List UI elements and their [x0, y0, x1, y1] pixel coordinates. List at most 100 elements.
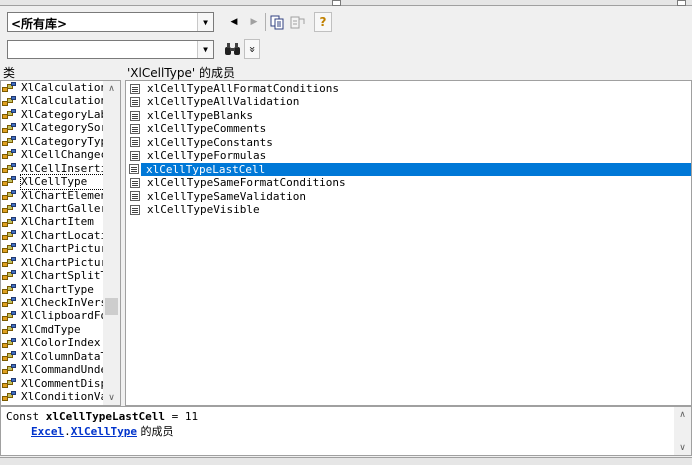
member-label: xlCellTypeComments — [147, 122, 267, 136]
class-list-item[interactable]: XlChartSplitT — [1, 269, 104, 282]
class-list-item[interactable]: XlCommandUnde — [1, 363, 104, 376]
member-list-item[interactable]: xlCellTypeSameValidation — [126, 190, 691, 203]
member-list-item[interactable]: xlCellTypeFormulas — [126, 149, 691, 162]
view-definition-button[interactable] — [288, 12, 306, 32]
class-list-item[interactable]: XlCellChangec — [1, 148, 104, 161]
chevron-down-icon[interactable] — [677, 0, 686, 6]
member-label: xlCellTypeSameValidation — [147, 189, 306, 203]
class-list-item[interactable]: XlChartPictur — [1, 242, 104, 255]
search-text-dropdown[interactable]: ▼ — [7, 40, 214, 59]
class-label: XlCategorySor — [21, 121, 104, 135]
constant-icon — [130, 191, 140, 202]
scroll-down-icon[interactable]: ∨ — [103, 390, 120, 405]
constant-icon — [130, 83, 140, 94]
details-pane: Const xlCellTypeLastCell = 11 Excel.XlCe… — [0, 406, 692, 456]
class-link[interactable]: XlCellType — [71, 425, 137, 438]
class-list-item[interactable]: XlChartGaller — [1, 202, 104, 215]
member-list-item[interactable]: xlCellTypeComments — [126, 122, 691, 135]
constant-icon — [130, 97, 140, 108]
member-list-item[interactable]: xlCellTypeAllValidation — [126, 95, 691, 108]
classes-list[interactable]: XlCalculation XlCalculation XlCategoryLab X… — [0, 80, 121, 406]
library-link[interactable]: Excel — [31, 425, 64, 438]
class-label: XlChartSplitT — [21, 269, 104, 283]
class-label: XlCalculation — [21, 81, 104, 94]
member-list-item[interactable]: xlCellTypeVisible — [126, 203, 691, 216]
class-list-item[interactable]: XlChartItem — [1, 215, 104, 228]
classes-scrollbar[interactable]: ∧ ∨ — [103, 81, 120, 405]
chevron-down-icon[interactable]: ▼ — [197, 41, 213, 58]
members-header: 'XlCellType' 的成员 — [127, 66, 235, 80]
double-chevron-down-icon: » — [245, 45, 259, 53]
scroll-thumb[interactable] — [105, 298, 118, 315]
class-label: XlChartGaller — [21, 201, 104, 215]
help-button[interactable]: ? — [314, 12, 332, 32]
member-list-item[interactable]: xlCellTypeSameFormatConditions — [126, 176, 691, 189]
class-label: XlChartPictur — [21, 255, 104, 269]
class-icon — [1, 297, 18, 308]
class-list-item[interactable]: XlCalculation — [1, 94, 104, 107]
class-list-item[interactable]: XlCalculation — [1, 81, 104, 94]
scroll-down-icon[interactable]: ∨ — [674, 440, 691, 455]
members-list[interactable]: xlCellTypeAllFormatConditions xlCellTypeA… — [125, 80, 692, 406]
back-button[interactable]: ◀ — [225, 12, 243, 32]
search-button[interactable] — [223, 39, 241, 59]
details-scrollbar[interactable]: ∧ ∨ — [674, 407, 691, 455]
member-list-item[interactable]: xlCellTypeBlanks — [126, 109, 691, 122]
class-list-item[interactable]: XlChartLocati — [1, 229, 104, 242]
class-icon — [1, 135, 18, 147]
chevron-down-icon[interactable]: ▼ — [197, 13, 213, 31]
member-list-item[interactable]: xlCellTypeConstants — [126, 136, 691, 149]
forward-icon: ▶ — [250, 17, 258, 27]
view-definition-icon — [290, 16, 304, 28]
link-separator: . — [64, 425, 71, 438]
class-label: XlCommandUnde — [21, 363, 104, 377]
toggle-search-results-button[interactable]: » — [244, 39, 260, 59]
class-icon — [1, 216, 18, 228]
chevron-down-icon[interactable] — [332, 0, 341, 6]
declaration-prefix: Const — [6, 410, 46, 423]
class-icon — [1, 270, 18, 281]
back-icon: ◀ — [230, 17, 238, 27]
library-dropdown-value: <所有库> — [11, 17, 68, 31]
class-list-item[interactable]: XlClipboardFo — [1, 309, 104, 322]
class-list-item[interactable]: XlColumnDataT — [1, 350, 104, 363]
copy-icon — [270, 15, 283, 29]
class-list-item[interactable]: XlCategoryLab — [1, 108, 104, 121]
scroll-up-icon[interactable]: ∧ — [674, 407, 691, 422]
scroll-up-icon[interactable]: ∧ — [103, 81, 120, 96]
class-label: XlCategoryTyp — [21, 134, 104, 148]
class-list-item[interactable]: XlChartPictur — [1, 256, 104, 269]
class-list-item[interactable]: XlCheckInVers — [1, 296, 104, 309]
class-list-item[interactable]: XlColorIndex — [1, 336, 104, 349]
class-list-item[interactable]: XlChartElemen — [1, 189, 104, 202]
class-icon — [1, 109, 18, 120]
constant-icon — [130, 110, 140, 121]
library-dropdown[interactable]: <所有库> ▼ — [7, 12, 214, 32]
class-list-item[interactable]: XlCategorySor — [1, 121, 104, 134]
class-icon — [1, 364, 18, 375]
class-label: XlClipboardFo — [21, 309, 104, 323]
copy-button[interactable] — [268, 12, 286, 32]
class-label: XlChartItem — [21, 215, 94, 229]
class-list-item[interactable]: XlCellInserti — [1, 162, 104, 175]
class-label: XlCellChangec — [21, 148, 104, 162]
member-label: xlCellTypeAllValidation — [147, 95, 300, 109]
constant-icon — [130, 124, 140, 135]
class-list-item[interactable]: XlChartType — [1, 283, 104, 296]
class-list-item[interactable]: XlCmdType — [1, 323, 104, 336]
constant-icon — [130, 150, 140, 161]
constant-icon — [130, 177, 140, 188]
member-list-item[interactable]: xlCellTypeLastCell — [129, 162, 691, 177]
member-label: xlCellTypeVisible — [147, 202, 260, 216]
class-list-item[interactable]: XlCommentDisp — [1, 377, 104, 390]
member-label: xlCellTypeBlanks — [147, 108, 253, 122]
forward-button[interactable]: ▶ — [245, 12, 263, 32]
class-list-item[interactable]: XlCategoryTyp — [1, 135, 104, 148]
class-list-item[interactable]: XlCellType — [1, 174, 105, 190]
declaration-name: xlCellTypeLastCell — [45, 410, 165, 423]
class-list-item[interactable]: XlConditionVa — [1, 390, 104, 403]
class-icon — [1, 95, 18, 107]
member-list-item[interactable]: xlCellTypeAllFormatConditions — [126, 82, 691, 95]
declaration-line: Const xlCellTypeLastCell = 11 — [6, 410, 686, 424]
class-icon — [1, 82, 18, 93]
